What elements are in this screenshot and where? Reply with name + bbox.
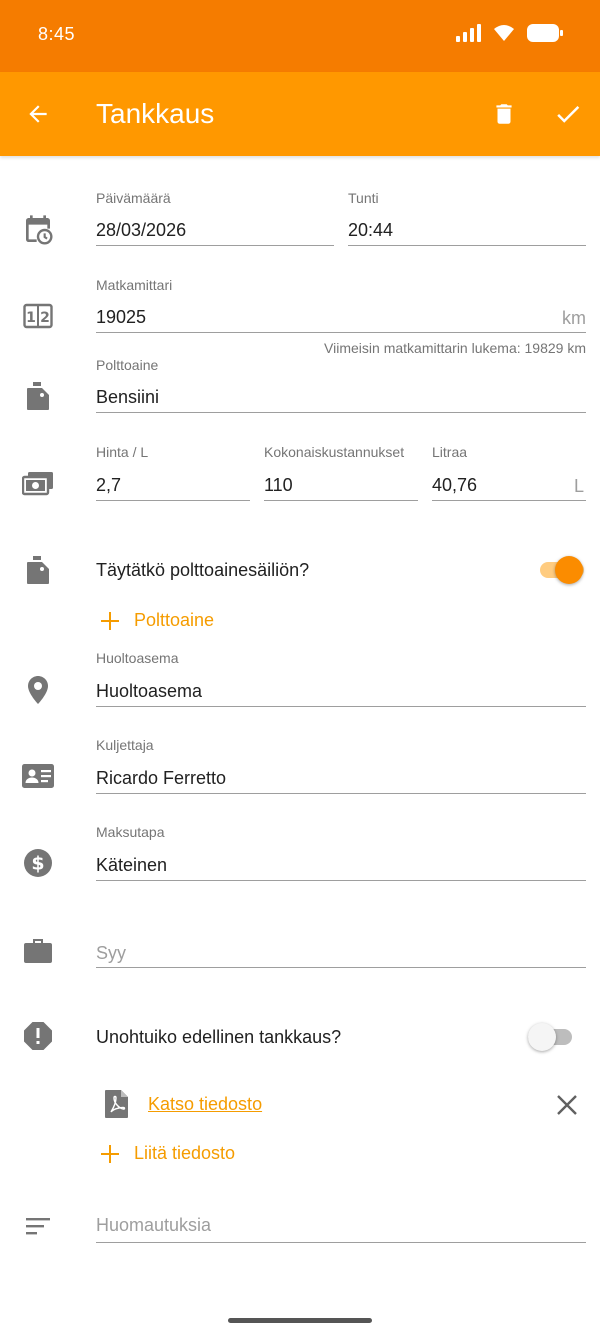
payment-value: Käteinen xyxy=(96,855,168,875)
time-field[interactable]: Tunti 20:44 xyxy=(348,190,586,248)
station-underline xyxy=(96,706,586,707)
check-icon xyxy=(557,105,580,123)
total-cost-field[interactable]: Kokonaiskustannukset 110 xyxy=(264,444,418,502)
battery-icon xyxy=(526,23,564,48)
odometer-underline xyxy=(96,332,586,333)
date-value: 28/03/2026 xyxy=(96,220,187,240)
driver-underline xyxy=(96,793,586,794)
add-fuel-button[interactable]: Polttoaine xyxy=(100,610,214,631)
money-icon xyxy=(20,466,56,502)
payment-underline xyxy=(96,880,586,881)
notes-placeholder: Huomautuksia xyxy=(96,1215,212,1235)
driver-field[interactable]: Kuljettaja Ricardo Ferretto xyxy=(96,737,586,795)
reason-field[interactable]: Syy xyxy=(96,924,586,970)
station-field[interactable]: Huoltoasema Huoltoasema xyxy=(96,650,586,708)
wifi-icon xyxy=(492,24,516,47)
attach-file-button[interactable]: Liitä tiedosto xyxy=(100,1143,235,1164)
back-button[interactable] xyxy=(20,96,56,132)
date-field[interactable]: Päivämäärä 28/03/2026 xyxy=(96,190,334,248)
missed-refuel-switch-thumb xyxy=(528,1023,556,1051)
driver-label: Kuljettaja xyxy=(96,737,154,753)
price-per-liter-label: Hinta / L xyxy=(96,444,149,460)
delete-button[interactable] xyxy=(486,96,522,132)
add-fuel-label: Polttoaine xyxy=(134,610,215,630)
station-label: Huoltoasema xyxy=(96,650,179,666)
liters-field[interactable]: Litraa 40,76 L xyxy=(432,444,586,502)
odometer-icon: 12 xyxy=(20,298,56,334)
driver-value: Ricardo Ferretto xyxy=(96,768,227,788)
full-tank-switch-thumb xyxy=(555,556,583,584)
plus-icon xyxy=(101,611,119,630)
signal-icon xyxy=(456,23,482,47)
calendar-clock-icon xyxy=(20,212,56,248)
price-per-liter-underline xyxy=(96,500,250,501)
price-per-liter-value: 2,7 xyxy=(96,475,122,495)
close-icon xyxy=(557,1095,577,1115)
reason-placeholder: Syy xyxy=(96,943,127,963)
fuel-can-icon-2 xyxy=(20,552,56,588)
svg-text:2: 2 xyxy=(40,310,50,326)
alert-octagon-icon xyxy=(20,1018,56,1054)
view-file-link[interactable]: Katso tiedosto xyxy=(148,1094,262,1115)
svg-text:$: $ xyxy=(31,853,44,875)
fuel-underline xyxy=(96,412,586,413)
arrow-back-icon xyxy=(29,105,47,123)
total-cost-label: Kokonaiskustannukset xyxy=(264,444,405,460)
odometer-label: Matkamittari xyxy=(96,277,173,293)
app-bar: Tankkaus xyxy=(0,72,600,156)
payment-field[interactable]: Maksutapa Käteinen xyxy=(96,824,586,882)
fuel-value: Bensiini xyxy=(96,387,160,407)
date-label: Päivämäärä xyxy=(96,190,171,206)
save-button[interactable] xyxy=(548,96,588,132)
notes-field[interactable]: Huomautuksia xyxy=(96,1197,586,1245)
price-per-liter-field[interactable]: Hinta / L 2,7 xyxy=(96,444,250,502)
time-underline xyxy=(348,245,586,246)
plus-icon xyxy=(101,1144,119,1163)
odometer-unit: km xyxy=(562,308,586,328)
briefcase-icon xyxy=(20,932,56,968)
fuel-label: Polttoaine xyxy=(96,357,159,373)
trash-icon xyxy=(496,104,512,124)
liters-underline xyxy=(432,500,586,501)
odometer-field[interactable]: Matkamittari 19025 km xyxy=(96,277,586,335)
fuel-can-icon xyxy=(20,378,56,414)
status-bar: 8:45 xyxy=(0,0,600,72)
time-value: 20:44 xyxy=(348,220,394,240)
full-tank-switch[interactable] xyxy=(540,554,584,586)
station-value: Huoltoasema xyxy=(96,681,203,701)
date-underline xyxy=(96,245,334,246)
pdf-file-icon xyxy=(104,1089,130,1119)
odometer-helper-text: Viimeisin matkamittarin lukema: 19829 km xyxy=(324,340,586,356)
liters-unit: L xyxy=(573,476,584,496)
missed-refuel-switch[interactable] xyxy=(528,1021,572,1053)
remove-file-button[interactable] xyxy=(552,1090,582,1120)
reason-underline xyxy=(96,967,586,968)
notes-underline xyxy=(96,1242,586,1243)
total-cost-value: 110 xyxy=(264,475,293,495)
status-time: 8:45 xyxy=(38,24,76,44)
full-tank-label: Täytätkö polttoainesäiliön? xyxy=(96,560,310,580)
page-title: Tankkaus xyxy=(96,98,215,129)
time-label: Tunti xyxy=(348,190,379,206)
liters-label: Litraa xyxy=(432,444,468,460)
liters-value: 40,76 xyxy=(432,475,478,495)
fuel-field[interactable]: Polttoaine Bensiini xyxy=(96,357,586,415)
missed-refuel-label: Unohtuiko edellinen tankkaus? xyxy=(96,1027,342,1047)
odometer-value: 19025 xyxy=(96,307,147,327)
driver-card-icon xyxy=(20,758,56,794)
notes-lines-icon xyxy=(20,1208,56,1244)
payment-label: Maksutapa xyxy=(96,824,165,840)
attach-file-label: Liitä tiedosto xyxy=(134,1143,236,1163)
status-icons xyxy=(456,23,564,48)
home-indicator xyxy=(228,1318,372,1323)
svg-text:1: 1 xyxy=(26,310,36,326)
dollar-icon: $ xyxy=(20,845,56,881)
location-pin-icon xyxy=(20,672,56,708)
total-cost-underline xyxy=(264,500,418,501)
